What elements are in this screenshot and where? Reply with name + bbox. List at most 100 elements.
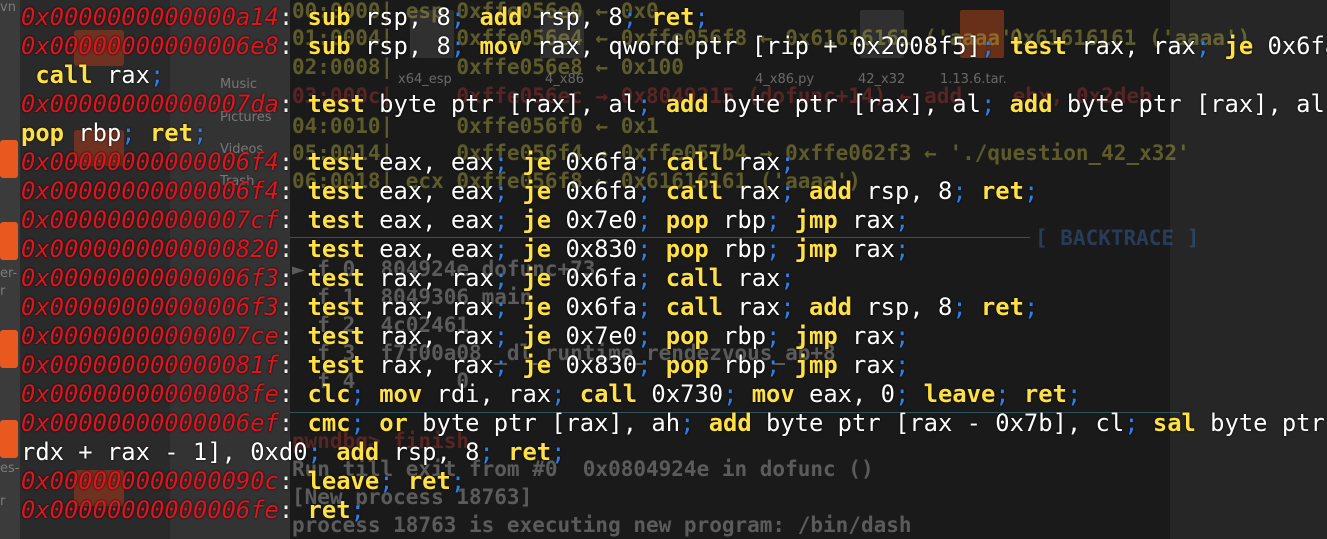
gadget-operands: eax, eax xyxy=(364,206,494,234)
gadget-operands: 0x730 xyxy=(637,380,724,408)
gadget-separator: ; xyxy=(766,235,795,263)
gadget-address: 0x00000000000006f4 xyxy=(21,148,279,176)
gadget-address: 0x00000000000006f4 xyxy=(21,177,279,205)
gadget-mnemonic: pop xyxy=(665,206,709,234)
gadget-mnemonic: ret xyxy=(407,467,451,495)
gadget-mnemonic: call xyxy=(665,293,724,321)
gadget-operands: rsp, 8 xyxy=(852,177,953,205)
gadget-separator: ; xyxy=(895,380,924,408)
gadget-separator: ; xyxy=(637,322,666,350)
gadget-mnemonic: jmp xyxy=(794,322,838,350)
gadget-mnemonic: sal xyxy=(1152,409,1196,437)
gadget-colon: : xyxy=(278,380,308,408)
gadget-operands: 0x7e0 xyxy=(551,322,638,350)
gadget-separator: ; xyxy=(493,206,523,234)
gadget-operands: byte ptr [ xyxy=(1210,409,1325,437)
gadget-colon: : xyxy=(278,264,308,292)
gadget-colon: : xyxy=(278,322,308,350)
gadget-mnemonic: call xyxy=(579,380,638,408)
gadget-operands: rsp, 8 xyxy=(379,438,480,466)
gadget-separator: ; xyxy=(952,177,981,205)
gadget-mnemonic: sub xyxy=(307,32,351,60)
gadget-separator: ; xyxy=(766,351,795,379)
gadget-mnemonic: jmp xyxy=(794,351,838,379)
gadget-line: 0x0000000000000a14: sub rsp, 8; add rsp,… xyxy=(21,3,1321,32)
gadget-operands: rax, rax xyxy=(364,293,494,321)
gadget-line: 0x00000000000007ce: test rax, rax; je 0x… xyxy=(21,322,1321,351)
launcher-icon[interactable] xyxy=(0,330,18,368)
gadget-operands: rsp, 8 xyxy=(350,3,451,31)
launcher-icon[interactable] xyxy=(0,222,18,260)
gadget-mnemonic: je xyxy=(522,206,552,234)
gadget-mnemonic: leave xyxy=(923,380,996,408)
gadget-mnemonic: add xyxy=(708,409,752,437)
gadget-operands: rax xyxy=(723,264,781,292)
gadget-operands: rax, rax xyxy=(364,322,494,350)
gadget-separator: ; xyxy=(493,148,523,176)
launcher-icon[interactable] xyxy=(0,140,18,178)
gadget-separator: ; xyxy=(780,264,795,292)
gadget-line: 0x00000000000006f3: test rax, rax; je 0x… xyxy=(21,264,1321,293)
gadget-colon: : xyxy=(278,351,308,379)
gadget-mnemonic: add xyxy=(665,90,709,118)
gadget-mnemonic: je xyxy=(522,264,552,292)
gadget-colon: : xyxy=(278,235,308,263)
gadget-mnemonic: ret xyxy=(508,438,552,466)
gadget-colon: : xyxy=(278,32,308,60)
gadget-separator: ; xyxy=(350,496,365,524)
gadget-colon: : xyxy=(278,409,308,437)
gadget-separator: ; xyxy=(1066,380,1082,408)
gadget-mnemonic: or xyxy=(379,409,408,437)
gadget-mnemonic: je xyxy=(522,351,552,379)
gadget-mnemonic: pop xyxy=(665,235,709,263)
gadget-mnemonic: add xyxy=(809,177,853,205)
gadget-address: 0x00000000000006fe xyxy=(21,496,279,524)
gadget-separator: ; xyxy=(895,351,910,379)
gadget-operands: byte ptr [rax], al xyxy=(1052,90,1325,118)
gadget-line: 0x00000000000007da: test byte ptr [rax],… xyxy=(21,90,1327,119)
gadget-mnemonic: test xyxy=(307,235,365,263)
gadget-mnemonic: je xyxy=(522,322,552,350)
gadget-mnemonic: sub xyxy=(307,3,351,31)
gadget-separator: ; xyxy=(637,206,666,234)
gadget-separator: ; xyxy=(980,90,1010,118)
gadget-separator: ; xyxy=(680,409,709,437)
gadget-colon: : xyxy=(278,206,308,234)
gadget-separator: ; xyxy=(622,3,652,31)
gadget-separator: ; xyxy=(493,293,523,321)
sidebar-fragment: vn xyxy=(0,0,16,15)
gadget-operands: rax xyxy=(723,293,781,321)
gadget-separator: ; xyxy=(493,351,523,379)
gadget-separator: ; xyxy=(493,235,523,263)
gadget-separator: ; xyxy=(379,467,408,495)
gadget-separator: ; xyxy=(121,119,150,147)
gadget-line: 0x00000000000006f4: test eax, eax; je 0x… xyxy=(21,177,1321,206)
sidebar-fragment: r xyxy=(0,494,6,509)
rop-gadget-list: 0x0000000000000a14: sub rsp, 8; add rsp,… xyxy=(21,3,1327,525)
gadget-colon: : xyxy=(278,90,308,118)
gadget-separator: ; xyxy=(192,119,208,147)
gadget-separator: ; xyxy=(493,177,523,205)
gadget-line: 0x000000000000081f: test rax, rax; je 0x… xyxy=(21,351,1321,380)
launcher-icon[interactable] xyxy=(0,420,18,458)
gadget-mnemonic: mov xyxy=(479,32,523,60)
gadget-operands: byte ptr [rax - 0x7b], cl xyxy=(751,409,1125,437)
gadget-address: 0x0000000000000820 xyxy=(21,235,279,263)
gadget-separator: ; xyxy=(551,380,580,408)
gadget-line: pop rbp; ret; xyxy=(21,119,1321,148)
gadget-operands: eax, eax xyxy=(364,148,494,176)
gadget-operands: rax xyxy=(92,61,150,89)
gadget-operands: 0x6fa xyxy=(551,293,638,321)
gadget-operands: byte ptr [rax], ah xyxy=(407,409,681,437)
gadget-operands: rbp xyxy=(708,351,767,379)
gadget-address: 0x00000000000006f3 xyxy=(21,264,279,292)
gadget-mnemonic: call xyxy=(665,264,724,292)
gadget-separator: ; xyxy=(1124,409,1153,437)
gadget-separator: ; xyxy=(1195,32,1225,60)
gadget-mnemonic: clc xyxy=(307,380,351,408)
gadget-mnemonic: mov xyxy=(379,380,423,408)
gadget-mnemonic: jmp xyxy=(794,206,838,234)
gadget-separator: ; xyxy=(637,264,666,292)
gadget-colon: : xyxy=(278,148,308,176)
gadget-address: 0x00000000000008fe xyxy=(21,380,279,408)
